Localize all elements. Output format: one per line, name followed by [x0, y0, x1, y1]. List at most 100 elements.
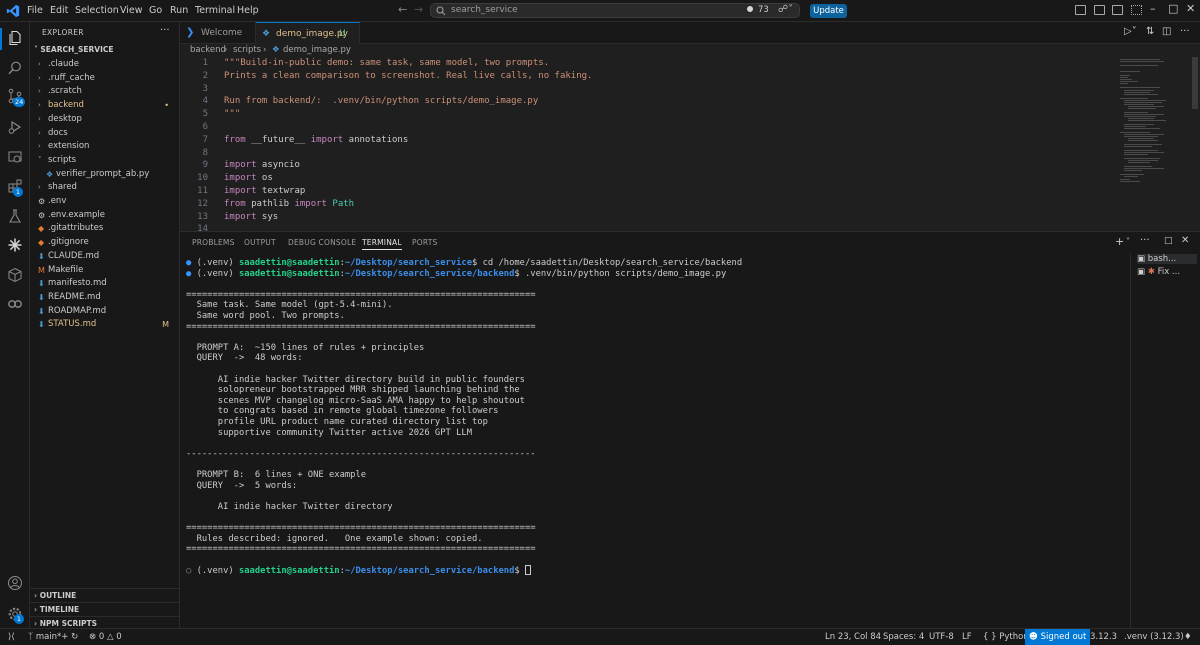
search-icon: [436, 6, 446, 16]
terminal-tab-bash[interactable]: ▣ bash...: [1137, 254, 1197, 264]
update-button[interactable]: Update: [810, 4, 847, 18]
file-tree-item[interactable]: ⚙ .env.example: [30, 209, 179, 223]
tab-problems[interactable]: PROBLEMS: [192, 238, 235, 247]
file-tree-item[interactable]: › shared: [30, 181, 179, 195]
menu-selection[interactable]: Selection: [75, 5, 119, 16]
terminal-output-line: solopreneur bootstrapped MRR shipped lau…: [186, 385, 520, 396]
file-tree-item[interactable]: ❖ verifier_prompt_ab.py: [30, 168, 179, 182]
more-actions-icon[interactable]: ···: [1140, 235, 1150, 246]
run-debug-icon[interactable]: [7, 119, 23, 135]
file-tree-item[interactable]: ⬇ manifesto.md: [30, 277, 179, 291]
minimap[interactable]: [1118, 57, 1190, 187]
python-interpreter[interactable]: .venv (3.12.3): [1124, 632, 1184, 642]
file-tree-item[interactable]: ⬇ README.md: [30, 291, 179, 305]
breadcrumb-item[interactable]: demo_image.py: [283, 44, 351, 57]
copilot-menu-icon[interactable]: ☍˅: [778, 4, 793, 15]
run-python-icon[interactable]: ▷˅: [1124, 26, 1137, 37]
breadcrumb-item[interactable]: scripts: [233, 44, 261, 57]
maximize-panel-icon[interactable]: □: [1164, 236, 1173, 246]
tab-welcome[interactable]: ❯ Welcome: [180, 22, 256, 44]
file-tree-item[interactable]: › extension: [30, 140, 179, 154]
menu-terminal[interactable]: Terminal: [195, 5, 235, 16]
remote-explorer-icon[interactable]: [7, 149, 23, 165]
tab-ports[interactable]: PORTS: [412, 238, 437, 247]
end-of-line[interactable]: LF: [962, 632, 972, 642]
menu-view[interactable]: View: [120, 5, 143, 16]
branch-indicator[interactable]: ᛉ main*+ ↻: [28, 632, 78, 642]
claude-icon[interactable]: [7, 237, 23, 253]
indentation[interactable]: Spaces: 4: [883, 632, 924, 642]
prompt-user: saadettin@saadettin: [238, 258, 340, 268]
encoding[interactable]: UTF-8: [929, 632, 954, 642]
terminal-dropdown-icon[interactable]: ˅: [1126, 237, 1130, 246]
file-tree-item[interactable]: › .ruff_cache: [30, 72, 179, 86]
language-mode[interactable]: { } Python: [983, 632, 1029, 642]
cursor-position[interactable]: Ln 23, Col 84: [825, 632, 881, 642]
new-terminal-icon[interactable]: +: [1115, 235, 1124, 248]
terminal-tab-fix[interactable]: ▣ ✱ Fix ...: [1137, 267, 1180, 277]
toggle-primary-sidebar-icon[interactable]: [1075, 5, 1086, 15]
timeline-section[interactable]: › TIMELINE: [30, 602, 179, 616]
more-actions-icon[interactable]: ···: [160, 25, 170, 36]
close-window-icon[interactable]: ✕: [1186, 2, 1195, 15]
forward-arrow-icon[interactable]: →: [414, 3, 423, 16]
markdown-file-icon: ⬇: [38, 320, 45, 330]
file-tree-item[interactable]: › .claude: [30, 58, 179, 72]
containers-icon[interactable]: [7, 267, 23, 283]
file-tree-item[interactable]: ◆ .gitattributes: [30, 222, 179, 236]
file-tree-item[interactable]: ⚙ .env: [30, 195, 179, 209]
toggle-secondary-sidebar-icon[interactable]: [1112, 5, 1123, 15]
terminal-output-line: to congrats based in remote global timez…: [186, 406, 499, 417]
menu-file[interactable]: File: [27, 5, 43, 16]
maximize-icon[interactable]: □: [1168, 2, 1178, 15]
tab-output[interactable]: OUTPUT: [244, 238, 276, 247]
python-version[interactable]: 3.12.3: [1090, 632, 1117, 642]
customize-layout-icon[interactable]: [1131, 5, 1142, 15]
file-tree-label: backend: [48, 100, 84, 111]
remote-indicator-icon[interactable]: ⟩⟨: [8, 632, 15, 642]
code-editor[interactable]: 1 """Build-in-public demo: same task, sam…: [180, 57, 1200, 231]
tab-terminal[interactable]: TERMINAL: [362, 238, 402, 250]
menu-go[interactable]: Go: [149, 5, 162, 16]
back-arrow-icon[interactable]: ←: [398, 3, 407, 16]
scrollbar-thumb[interactable]: [1192, 57, 1198, 109]
command-center-search[interactable]: search_service: [430, 3, 800, 18]
copilot-chat-icon[interactable]: [7, 296, 23, 312]
file-tree-item[interactable]: › desktop: [30, 113, 179, 127]
file-tree-item[interactable]: ˅ scripts: [30, 154, 179, 168]
file-tree-item[interactable]: ⬇ STATUS.md M: [30, 318, 179, 332]
testing-icon[interactable]: [7, 208, 23, 224]
menu-edit[interactable]: Edit: [50, 5, 68, 16]
terminal[interactable]: ● (.venv) saadettin@saadettin:~/Desktop/…: [180, 254, 1130, 624]
file-tree-item[interactable]: › docs: [30, 127, 179, 141]
toggle-panel-icon[interactable]: [1094, 5, 1105, 15]
accounts-icon[interactable]: [7, 575, 23, 591]
terminal-output-line: ========================================…: [186, 523, 536, 533]
file-tree-item[interactable]: ⬇ ROADMAP.md: [30, 305, 179, 319]
tab-demo-image[interactable]: ❖ demo_image.py U: [256, 22, 360, 44]
tab-debug-console[interactable]: DEBUG CONSOLE: [288, 238, 356, 247]
minimize-icon[interactable]: –: [1150, 2, 1156, 15]
close-panel-icon[interactable]: ✕: [1181, 235, 1189, 246]
breadcrumb-item[interactable]: backend: [190, 44, 226, 57]
problems-indicator[interactable]: ⊗ 0 △ 0: [89, 632, 122, 642]
outline-section[interactable]: › OUTLINE: [30, 588, 179, 602]
file-tree-item[interactable]: M Makefile: [30, 264, 179, 278]
signed-out-indicator[interactable]: ☻ Signed out: [1025, 629, 1091, 645]
root-folder-header[interactable]: ˅ SEARCH_SERVICE: [34, 45, 114, 54]
explorer-icon[interactable]: [7, 30, 23, 46]
file-tree-item[interactable]: › backend •: [30, 99, 179, 113]
vscode-logo-icon[interactable]: [6, 4, 20, 18]
editor-scrollbar[interactable]: [1190, 57, 1200, 231]
compare-changes-icon[interactable]: ⇅: [1146, 26, 1154, 37]
file-tree-item[interactable]: ⬇ CLAUDE.md: [30, 250, 179, 264]
file-tree-item[interactable]: ◆ .gitignore: [30, 236, 179, 250]
file-tree-item[interactable]: › .scratch: [30, 85, 179, 99]
more-actions-icon[interactable]: ···: [1180, 26, 1190, 37]
split-editor-icon[interactable]: ◫: [1162, 26, 1171, 37]
menu-help[interactable]: Help: [237, 5, 259, 16]
notifications-bell-icon[interactable]: ♦: [1184, 632, 1192, 642]
menu-run[interactable]: Run: [170, 5, 188, 16]
copilot-status-icon[interactable]: [747, 6, 753, 12]
search-icon[interactable]: [7, 60, 23, 76]
